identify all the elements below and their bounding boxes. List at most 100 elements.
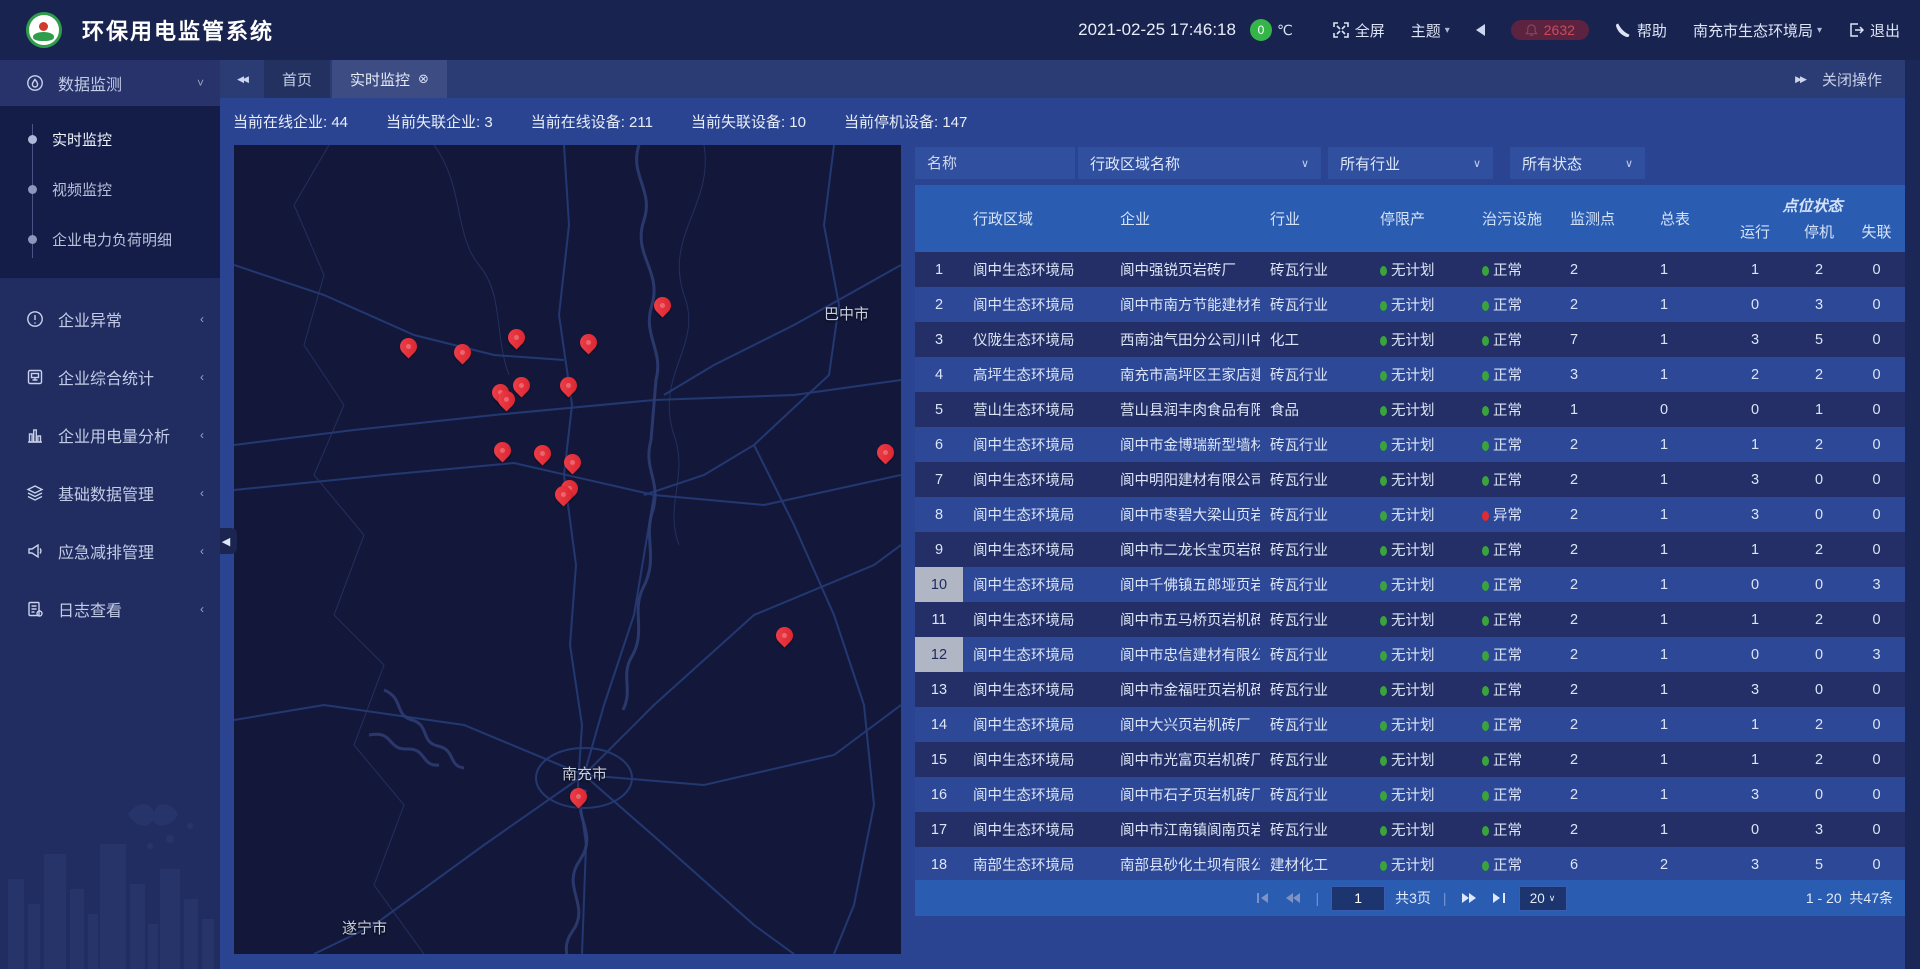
cell-running: 1 bbox=[1720, 437, 1790, 453]
cell-running: 0 bbox=[1720, 402, 1790, 418]
status-dot-icon bbox=[1380, 861, 1387, 871]
theme-menu[interactable]: 主题▾ bbox=[1411, 20, 1450, 41]
cell-facility-status: 正常 bbox=[1472, 644, 1558, 665]
cell-stopped: 0 bbox=[1790, 682, 1848, 698]
cell-meters: 1 bbox=[1640, 472, 1720, 488]
cell-facility-status: 正常 bbox=[1472, 819, 1558, 840]
page-size-select[interactable]: 20∨ bbox=[1519, 886, 1567, 911]
table-row[interactable]: 3仪陇生态环境局西南油气田分公司川中化工无计划正常71350 bbox=[915, 322, 1905, 357]
chevron-left-icon: ‹ bbox=[200, 486, 204, 500]
cell-stopped: 2 bbox=[1790, 542, 1848, 558]
table-row[interactable]: 11阆中生态环境局阆中市五马桥页岩机砖砖瓦行业无计划正常21120 bbox=[915, 602, 1905, 637]
row-index: 3 bbox=[915, 322, 963, 357]
status-dot-icon bbox=[1482, 441, 1489, 451]
col-group-point-status: 点位状态 bbox=[1720, 185, 1905, 218]
table-row[interactable]: 14阆中生态环境局阆中大兴页岩机砖厂砖瓦行业无计划正常21120 bbox=[915, 707, 1905, 742]
row-index: 17 bbox=[915, 812, 963, 847]
chevron-down-icon: ▾ bbox=[1817, 25, 1822, 36]
cell-meters: 1 bbox=[1640, 612, 1720, 628]
tab-realtime-monitor[interactable]: 实时监控 ⊗ bbox=[332, 60, 447, 98]
cell-stopped: 2 bbox=[1790, 717, 1848, 733]
sidebar-item-7[interactable]: 日志查看 ‹ bbox=[0, 586, 220, 632]
prev-page-button[interactable] bbox=[1283, 890, 1303, 906]
table-row[interactable]: 8阆中生态环境局阆中市枣碧大梁山页岩砖瓦行业无计划异常21300 bbox=[915, 497, 1905, 532]
table-row[interactable]: 5营山生态环境局营山县润丰肉食品有限食品无计划正常10010 bbox=[915, 392, 1905, 427]
help-button[interactable]: 帮助 bbox=[1615, 20, 1667, 41]
org-menu[interactable]: 南充市生态环境局▾ bbox=[1693, 20, 1822, 41]
cell-meters: 1 bbox=[1640, 752, 1720, 768]
cell-industry: 砖瓦行业 bbox=[1260, 469, 1370, 490]
logout-icon bbox=[1848, 22, 1864, 38]
table-row[interactable]: 16阆中生态环境局阆中市石子页岩机砖厂砖瓦行业无计划正常21300 bbox=[915, 777, 1905, 812]
notification-badge[interactable]: 2632 bbox=[1511, 20, 1589, 40]
status-dot-icon bbox=[1380, 826, 1387, 836]
sidebar-item-5[interactable]: 基础数据管理 ‹ bbox=[0, 470, 220, 516]
cell-production-status: 无计划 bbox=[1370, 784, 1472, 805]
table-row[interactable]: 2阆中生态环境局阆中市南方节能建材有砖瓦行业无计划正常21030 bbox=[915, 287, 1905, 322]
status-dot-icon bbox=[1380, 546, 1387, 556]
status-dot-icon bbox=[1380, 406, 1387, 416]
sidebar-item-4[interactable]: 企业用电量分析 ‹ bbox=[0, 412, 220, 458]
cell-production-status: 无计划 bbox=[1370, 714, 1472, 735]
col-running: 运行 bbox=[1720, 218, 1790, 252]
cell-facility-status: 正常 bbox=[1472, 434, 1558, 455]
name-filter-input[interactable] bbox=[915, 147, 1075, 179]
sidebar-item-1[interactable]: 数据监测 ˅ bbox=[0, 60, 220, 106]
cell-offline: 0 bbox=[1848, 542, 1905, 558]
sidebar-item-2[interactable]: 企业异常 ‹ bbox=[0, 296, 220, 342]
last-page-button[interactable] bbox=[1489, 890, 1509, 906]
industry-filter-select[interactable]: 所有行业∨ bbox=[1328, 147, 1493, 179]
table-row[interactable]: 12阆中生态环境局阆中市忠信建材有限公砖瓦行业无计划正常21003 bbox=[915, 637, 1905, 672]
table-row[interactable]: 17阆中生态环境局阆中市江南镇阆南页岩砖瓦行业无计划正常21030 bbox=[915, 812, 1905, 847]
cell-points: 1 bbox=[1558, 402, 1640, 418]
table-row[interactable]: 9阆中生态环境局阆中市二龙长宝页岩砖砖瓦行业无计划正常21120 bbox=[915, 532, 1905, 567]
fullscreen-icon bbox=[1333, 22, 1349, 38]
speaker-icon[interactable] bbox=[1476, 24, 1485, 36]
status-dot-icon bbox=[1380, 651, 1387, 661]
table-row[interactable]: 7阆中生态环境局阆中明阳建材有限公司砖瓦行业无计划正常21300 bbox=[915, 462, 1905, 497]
cell-points: 2 bbox=[1558, 577, 1640, 593]
sidebar-subitem-实时监控[interactable]: 实时监控 bbox=[0, 114, 220, 164]
cell-running: 0 bbox=[1720, 297, 1790, 313]
chevron-down-icon: ∨ bbox=[1625, 157, 1633, 170]
sidebar-item-3[interactable]: 企业综合统计 ‹ bbox=[0, 354, 220, 400]
table-row[interactable]: 6阆中生态环境局阆中市金博瑞新型墙材砖瓦行业无计划正常21120 bbox=[915, 427, 1905, 462]
cell-facility-status: 正常 bbox=[1472, 329, 1558, 350]
cell-production-status: 无计划 bbox=[1370, 259, 1472, 280]
table-row[interactable]: 18南部生态环境局南部县砂化土坝有限公建材化工无计划正常62350 bbox=[915, 847, 1905, 882]
tabs-scroll-right[interactable]: ▶▶ bbox=[1778, 74, 1822, 85]
cell-industry: 砖瓦行业 bbox=[1260, 679, 1370, 700]
tab-home[interactable]: 首页 bbox=[264, 60, 330, 98]
close-operations-button[interactable]: 关闭操作 bbox=[1822, 69, 1882, 90]
fullscreen-button[interactable]: 全屏 bbox=[1333, 20, 1385, 41]
logout-button[interactable]: 退出 bbox=[1848, 20, 1900, 41]
megaphone-icon bbox=[26, 542, 44, 560]
table-row[interactable]: 4高坪生态环境局南充市高坪区王家店建砖瓦行业无计划正常31220 bbox=[915, 357, 1905, 392]
first-page-button[interactable] bbox=[1253, 890, 1273, 906]
map-panel[interactable]: 巴中市南充市遂宁市 bbox=[234, 145, 901, 954]
cell-production-status: 无计划 bbox=[1370, 434, 1472, 455]
region-filter-select[interactable]: 行政区域名称∨ bbox=[1078, 147, 1321, 179]
table-row[interactable]: 10阆中生态环境局阆中千佛镇五郎垭页岩砖瓦行业无计划正常21003 bbox=[915, 567, 1905, 602]
table-row[interactable]: 13阆中生态环境局阆中市金福旺页岩机砖砖瓦行业无计划正常21300 bbox=[915, 672, 1905, 707]
cell-facility-status: 正常 bbox=[1472, 574, 1558, 595]
cell-region: 南部生态环境局 bbox=[963, 854, 1108, 875]
status-dot-icon bbox=[1482, 756, 1489, 766]
sidebar-item-6[interactable]: 应急减排管理 ‹ bbox=[0, 528, 220, 574]
sidebar-subitem-企业电力负荷明细[interactable]: 企业电力负荷明细 bbox=[0, 214, 220, 264]
cell-region: 阆中生态环境局 bbox=[963, 504, 1108, 525]
stat-item: 当前失联企业: 3 bbox=[386, 111, 493, 132]
status-filter-select[interactable]: 所有状态∨ bbox=[1510, 147, 1645, 179]
right-scrollbar-strip[interactable] bbox=[1905, 60, 1920, 969]
table-row[interactable]: 15阆中生态环境局阆中市光富页岩机砖厂砖瓦行业无计划正常21120 bbox=[915, 742, 1905, 777]
map-city-label: 巴中市 bbox=[824, 303, 869, 324]
page-number-input[interactable] bbox=[1331, 886, 1385, 911]
table-row[interactable]: 1阆中生态环境局阆中强锐页岩砖厂砖瓦行业无计划正常21120 bbox=[915, 252, 1905, 287]
cell-running: 1 bbox=[1720, 262, 1790, 278]
next-page-button[interactable] bbox=[1459, 890, 1479, 906]
tabs-scroll-left[interactable]: ◀◀ bbox=[220, 60, 264, 98]
sidebar-subitem-视频监控[interactable]: 视频监控 bbox=[0, 164, 220, 214]
pagination-summary: 1 - 20 共47条 bbox=[1806, 880, 1893, 916]
tab-close-icon[interactable]: ⊗ bbox=[418, 71, 429, 87]
app-logo bbox=[26, 12, 62, 48]
